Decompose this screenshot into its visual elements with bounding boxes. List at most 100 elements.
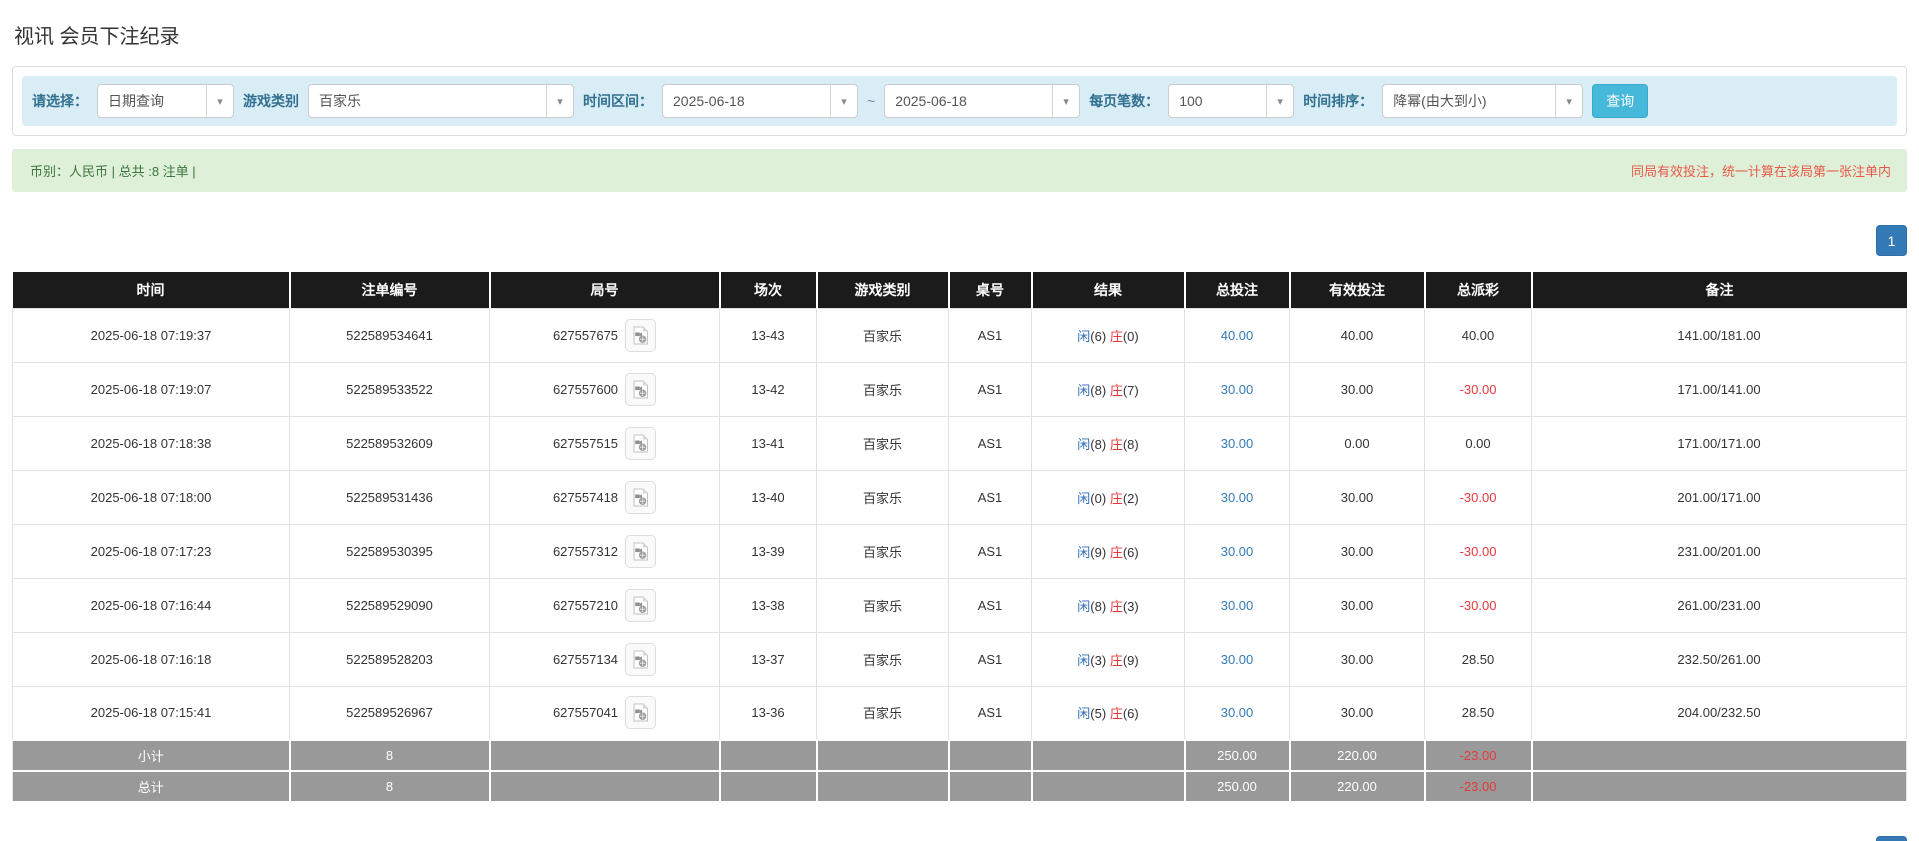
game-type-select[interactable]: 百家乐 ▾: [308, 84, 574, 118]
table-row: 2025-06-18 07:19:37 522589534641 627557675…: [12, 307, 1907, 363]
banker-result-label: 庄: [1109, 382, 1123, 398]
game-type-value: 百家乐: [319, 93, 361, 109]
player-result-label: 闲: [1077, 490, 1091, 506]
footer-valid-bet: 220.00: [1288, 739, 1426, 772]
video-playback-button[interactable]: [625, 318, 657, 352]
banker-result-score: (3): [1122, 598, 1139, 614]
page-1-button[interactable]: 1: [1876, 225, 1907, 256]
total-bet-link[interactable]: 30.00: [1221, 652, 1254, 667]
result-cell: 闲(8) 庄(8): [1031, 415, 1185, 471]
filter-bar: 请选择： 日期查询 ▾ 游戏类别 百家乐 ▾ 时间区间： 2025-06-18 …: [22, 76, 1897, 126]
page-1-button[interactable]: 1: [1876, 836, 1907, 841]
payout-cell: 0.00: [1424, 415, 1532, 471]
bet-number-cell: 522589533522: [289, 361, 490, 417]
date-from-select[interactable]: 2025-06-18 ▾: [662, 84, 858, 118]
search-button[interactable]: 查询: [1592, 84, 1649, 118]
date-range-separator: ~: [867, 93, 876, 109]
round-cell: 627557515: [489, 415, 720, 471]
total-row: 总计 8 250.00 220.00 -23.00: [12, 770, 1907, 803]
banker-result-label: 庄: [1109, 706, 1123, 722]
total-bet-cell: 30.00: [1184, 685, 1290, 741]
banker-result-score: (0): [1122, 328, 1139, 344]
table-head: 时间 注单编号 局号 场次 游戏类别 桌号 结果 总投注 有效投注 总派彩 备注: [12, 272, 1907, 308]
remark-cell: 141.00/181.00: [1531, 307, 1907, 363]
total-bet-link[interactable]: 30.00: [1221, 382, 1254, 397]
total-bet-cell: 30.00: [1184, 577, 1290, 633]
table-body: 2025-06-18 07:19:37 522589534641 627557675…: [12, 307, 1907, 741]
footer-empty-cell: [815, 770, 950, 803]
chevron-down-icon: ▾: [206, 85, 233, 117]
column-header: 备注: [1531, 272, 1907, 308]
result-cell: 闲(8) 庄(7): [1031, 361, 1185, 417]
table-number-cell: AS1: [948, 415, 1032, 471]
time-cell: 2025-06-18 07:15:41: [12, 685, 290, 741]
table-number-cell: AS1: [948, 631, 1032, 687]
table-number-cell: AS1: [948, 361, 1032, 417]
video-playback-button[interactable]: [625, 642, 657, 676]
video-playback-button[interactable]: [625, 534, 657, 568]
round-number: 627557134: [552, 651, 619, 667]
total-bet-link[interactable]: 30.00: [1221, 705, 1254, 720]
table-row: 2025-06-18 07:16:18 522589528203 627557134…: [12, 631, 1907, 687]
round-number: 627557312: [552, 543, 619, 559]
payout-cell: -30.00: [1424, 577, 1532, 633]
video-playback-button[interactable]: [625, 696, 657, 730]
bet-number-cell: 522589530395: [289, 523, 490, 579]
footer-total-bet: 250.00: [1183, 739, 1291, 772]
valid-bet-cell: 30.00: [1289, 685, 1425, 741]
valid-bet-cell: 30.00: [1289, 631, 1425, 687]
player-result-score: (3): [1090, 652, 1107, 668]
time-range-label: 时间区间：: [583, 93, 653, 109]
total-bet-link[interactable]: 30.00: [1221, 598, 1254, 613]
game-type-cell: 百家乐: [816, 307, 949, 363]
video-playback-button[interactable]: [625, 426, 657, 460]
banker-result-score: (2): [1122, 490, 1139, 506]
bet-number-cell: 522589528203: [289, 631, 490, 687]
valid-bet-notice: 同局有效投注，统一计算在该局第一张注单内: [1630, 164, 1891, 179]
video-file-icon: [633, 542, 649, 560]
total-bet-link[interactable]: 40.00: [1221, 328, 1254, 343]
valid-bet-cell: 30.00: [1289, 361, 1425, 417]
total-bet-link[interactable]: 30.00: [1221, 544, 1254, 559]
video-playback-button[interactable]: [625, 372, 657, 406]
video-file-icon: [633, 488, 649, 506]
result-cell: 闲(3) 庄(9): [1031, 631, 1185, 687]
round-wrap: 627557210: [553, 588, 657, 622]
session-cell: 13-41: [719, 415, 817, 471]
footer-payout: -23.00: [1423, 770, 1533, 803]
player-result-score: (8): [1090, 598, 1107, 614]
time-sort-select[interactable]: 降幂(由大到小) ▾: [1382, 84, 1584, 118]
player-result-score: (8): [1090, 436, 1107, 452]
game-type-cell: 百家乐: [816, 469, 949, 525]
result-cell: 闲(6) 庄(0): [1031, 307, 1185, 363]
payout-cell: 28.50: [1424, 631, 1532, 687]
banker-result-score: (6): [1122, 706, 1139, 722]
bet-records-table: 时间 注单编号 局号 场次 游戏类别 桌号 结果 总投注 有效投注 总派彩 备注 2025-06-1…: [12, 272, 1907, 803]
query-type-select[interactable]: 日期查询 ▾: [97, 84, 234, 118]
banker-result-label: 庄: [1109, 598, 1123, 614]
remark-cell: 201.00/171.00: [1531, 469, 1907, 525]
date-to-select[interactable]: 2025-06-18 ▾: [884, 84, 1081, 118]
round-cell: 627557134: [489, 631, 720, 687]
page-size-label: 每页笔数：: [1089, 93, 1160, 109]
chevron-down-icon: ▾: [1555, 85, 1583, 117]
subtotal-row: 小计 8 250.00 220.00 -23.00: [12, 739, 1907, 772]
table-header-row: 时间 注单编号 局号 场次 游戏类别 桌号 结果 总投注 有效投注 总派彩 备注: [12, 272, 1907, 308]
round-wrap: 627557418: [553, 480, 657, 514]
footer-empty-cell: [1530, 770, 1907, 803]
footer-label: 总计: [12, 770, 291, 803]
player-result-score: (0): [1090, 490, 1107, 506]
bet-number-cell: 522589529090: [289, 577, 490, 633]
valid-bet-cell: 30.00: [1289, 523, 1425, 579]
total-bet-link[interactable]: 30.00: [1221, 436, 1254, 451]
column-header: 桌号: [948, 272, 1033, 308]
footer-label: 小计: [12, 739, 291, 772]
table-row: 2025-06-18 07:17:23 522589530395 627557312…: [12, 523, 1907, 579]
session-cell: 13-36: [719, 685, 817, 741]
total-bet-link[interactable]: 30.00: [1221, 490, 1254, 505]
video-playback-button[interactable]: [625, 588, 657, 622]
result-cell: 闲(8) 庄(3): [1031, 577, 1185, 633]
page-size-select[interactable]: 100 ▾: [1168, 84, 1295, 118]
player-result-label: 闲: [1077, 544, 1091, 560]
video-playback-button[interactable]: [625, 480, 657, 514]
